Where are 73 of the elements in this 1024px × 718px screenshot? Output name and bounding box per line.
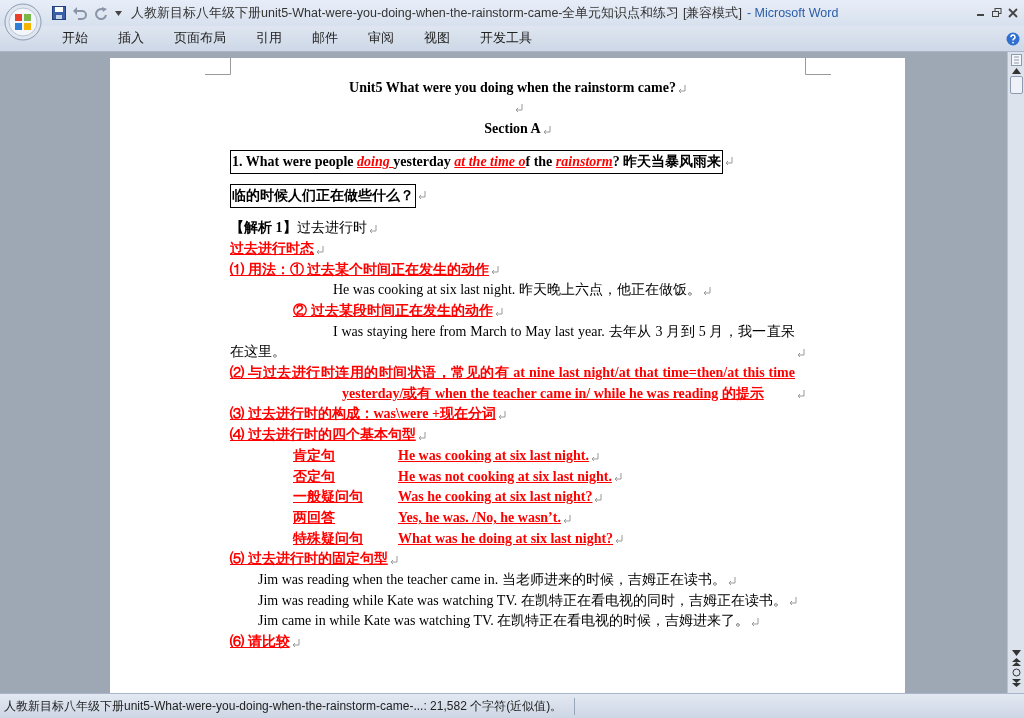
- paragraph: ⑴ 用法：① 过去某个时间正在发生的动作: [230, 260, 489, 279]
- paragraph-mark-icon: [613, 473, 622, 483]
- paragraph: 否定句 He was not cooking at six last night.: [293, 467, 612, 486]
- paragraph-mark-icon: [418, 191, 426, 201]
- paragraph: 肯定句 He was cooking at six last night.: [293, 446, 589, 465]
- ribbon-tab[interactable]: 引用: [244, 26, 294, 51]
- paragraph: 两回答 Yes, he was. /No, he wasn’t.: [293, 508, 561, 527]
- scroll-up-icon[interactable]: [1011, 68, 1021, 74]
- heading: Unit5 What were you doing when the rainstorm came?: [349, 79, 676, 97]
- ribbon-tab[interactable]: 审阅: [356, 26, 406, 51]
- restore-icon[interactable]: [992, 8, 1002, 18]
- boxed-heading: 1. What were people doing yesterday at the time of the rainstorm? 昨天当暴风雨来: [230, 150, 724, 175]
- ribbon-tab[interactable]: 邮件: [300, 26, 350, 51]
- previous-page-icon[interactable]: [1011, 658, 1021, 666]
- browse-object-icon[interactable]: [1011, 668, 1021, 677]
- scroll-thumb[interactable]: [1009, 76, 1023, 94]
- paragraph-mark-icon: [542, 126, 551, 136]
- paragraph-mark-icon: [702, 286, 711, 296]
- paragraph: ② 过去某段时间正在发生的动作: [293, 301, 493, 320]
- heading: Section A: [484, 120, 541, 139]
- paragraph: Jim was reading when the teacher came in. 当老师进来的时候，吉姆正在读书。: [257, 571, 726, 590]
- paragraph-mark-icon: [494, 307, 503, 317]
- paragraph: He was cooking at six last night. 昨天晚上六点，他正在做饭。: [332, 281, 701, 300]
- paragraph: 一般疑问句 Was he cooking at six last night?: [293, 488, 593, 507]
- paragraph: ⑷ 过去进行时的四个基本句型: [230, 426, 416, 445]
- paragraph-mark-icon: [368, 224, 377, 234]
- boxed-heading: 临的时候人们正在做些什么？: [230, 184, 416, 209]
- vertical-scrollbar[interactable]: [1007, 52, 1024, 693]
- close-icon[interactable]: [1008, 8, 1018, 18]
- paragraph: ⑶ 过去进行时的构成：was\were +现在分词: [230, 405, 496, 424]
- paragraph-mark-icon: [514, 103, 523, 113]
- paragraph: 【解析 1】过去进行时: [230, 219, 367, 238]
- paragraph-mark-icon: [594, 493, 603, 503]
- ribbon-tab[interactable]: 开发工具: [468, 26, 544, 51]
- crop-mark: [205, 58, 231, 75]
- help-icon[interactable]: [1006, 31, 1020, 46]
- save-icon[interactable]: [52, 6, 66, 20]
- paragraph-mark-icon: [725, 157, 734, 167]
- paragraph-mark-icon: [417, 431, 426, 441]
- paragraph-mark-icon: [389, 556, 398, 566]
- paragraph-mark-icon: [291, 638, 300, 648]
- ribbon-tab[interactable]: 插入: [106, 26, 156, 51]
- ribbon-tab[interactable]: 开始: [50, 26, 100, 51]
- paragraph: I was staying here from March to May last year. 去年从 3 月到 5 月，我一直呆在这里。: [230, 322, 795, 362]
- ribbon-tab[interactable]: 视图: [412, 26, 462, 51]
- paragraph: ⑹ 请比较: [230, 633, 290, 652]
- paragraph-mark-icon: [677, 84, 686, 94]
- paragraph-mark-icon: [797, 390, 805, 400]
- paragraph-mark-icon: [751, 618, 760, 628]
- paragraph: ⑵ 与过去进行时连用的时间状语，常见的有 at nine last night/at that time=then/at this time yesterday/或有 when the teacher came in/ while he was reading 的提示: [230, 364, 795, 403]
- ruler-toggle-icon[interactable]: [1010, 54, 1022, 66]
- paragraph: Jim came in while Kate was watching TV. 在凯特正在看电视的时候，吉姆进来了。: [257, 612, 750, 631]
- paragraph-mark-icon: [590, 452, 599, 462]
- paragraph-mark-icon: [316, 245, 324, 255]
- dropdown-icon[interactable]: [114, 9, 123, 17]
- paragraph-mark-icon: [491, 266, 499, 276]
- paragraph-mark-icon: [727, 576, 736, 586]
- paragraph: 过去进行时态: [230, 239, 314, 258]
- paragraph: ⑸ 过去进行时的固定句型: [230, 550, 388, 569]
- paragraph-mark-icon: [797, 349, 805, 359]
- status-text: 人教新目标八年级下册unit5-What-were-you-doing-when-the-rainstorm-came-...: 21,582 个字符(近似值)。: [4, 697, 576, 715]
- next-page-icon[interactable]: [1011, 679, 1021, 687]
- paragraph-mark-icon: [562, 514, 571, 524]
- ribbon-tab[interactable]: 页面布局: [162, 26, 238, 51]
- app-name: - Microsoft Word: [746, 6, 839, 20]
- scroll-down-icon[interactable]: [1011, 650, 1021, 656]
- paragraph-mark-icon: [788, 597, 797, 607]
- paragraph-mark-icon: [497, 411, 506, 421]
- crop-mark: [805, 58, 831, 75]
- paragraph: 特殊疑问句 What was he doing at six last night?: [293, 529, 614, 548]
- paragraph: Jim was reading while Kate was watching TV. 在凯特正在看电视的同时，吉姆正在读书。: [257, 591, 787, 610]
- paragraph-mark-icon: [615, 535, 624, 545]
- window-title: 人教新目标八年级下册unit5-What-were-you-doing-when-the-rainstorm-came-全单元知识点和练习 [兼容模式]: [131, 4, 742, 22]
